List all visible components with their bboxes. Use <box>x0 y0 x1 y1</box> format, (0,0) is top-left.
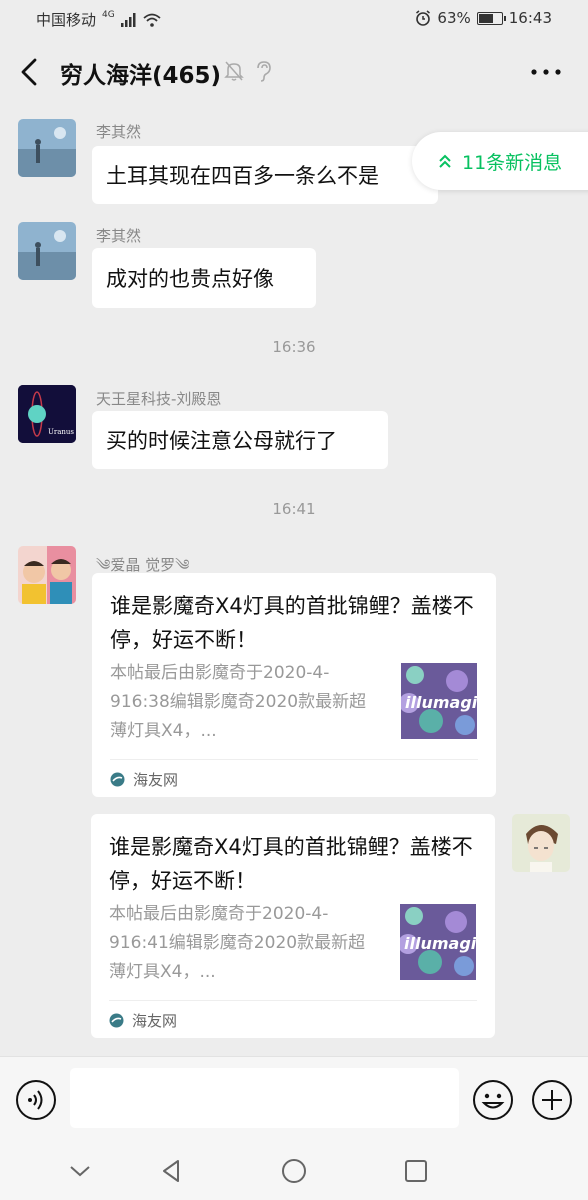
avatar[interactable] <box>512 814 570 872</box>
card-thumbnail: illumagic <box>401 663 477 739</box>
system-nav-bar <box>0 1142 588 1200</box>
card-divider <box>109 1000 477 1001</box>
chat-header: 穷人海洋(465) <box>0 36 588 108</box>
link-card[interactable]: 谁是影魔奇X4灯具的首批锦鲤？盖楼不停，好运不断！ 本帖最后由影魔奇于2020-… <box>92 573 496 797</box>
carrier-label: 中国移动 <box>36 11 97 29</box>
card-description: 本帖最后由影魔奇于2020-4-916:38编辑影魔奇2020款最新超薄灯具X4… <box>110 663 367 741</box>
thumbnail-text: illumagic <box>405 693 477 712</box>
card-source: 海友网 <box>109 1010 177 1031</box>
thumbnail-text: illumagic <box>404 934 476 953</box>
battery-icon <box>476 11 506 25</box>
emoji-icon[interactable] <box>472 1079 514 1121</box>
card-title: 谁是影魔奇X4灯具的首批锦鲤？盖楼不停，好运不断！ <box>109 835 473 893</box>
sender-name: 李其然 <box>96 227 142 245</box>
source-name: 海友网 <box>133 771 179 789</box>
chevron-down-icon[interactable] <box>65 1156 95 1186</box>
chat-title[interactable]: 穷人海洋(465) <box>60 56 221 90</box>
input-bar <box>0 1056 588 1142</box>
status-bar: 中国移动 4G 63% 16:43 <box>0 0 588 36</box>
avatar[interactable] <box>18 119 76 177</box>
message-bubble[interactable]: 成对的也贵点好像 <box>92 248 316 308</box>
globe-icon <box>110 772 125 787</box>
new-messages-label: 11条新消息 <box>462 151 563 174</box>
message-bubble[interactable]: 买的时候注意公母就行了 <box>92 411 388 469</box>
avatar[interactable]: Uranus <box>18 385 76 443</box>
voice-icon[interactable] <box>15 1079 57 1121</box>
globe-icon <box>109 1013 124 1028</box>
signal-icon <box>120 12 136 27</box>
card-divider <box>110 759 478 760</box>
battery-percent: 63% <box>437 9 471 27</box>
wifi-icon <box>143 13 161 27</box>
alarm-icon <box>416 10 431 26</box>
home-circle-icon[interactable] <box>279 1156 309 1186</box>
source-name: 海友网 <box>132 1012 178 1030</box>
timestamp: 16:36 <box>272 338 316 356</box>
sender-name: 李其然 <box>96 123 142 141</box>
card-description: 本帖最后由影魔奇于2020-4-916:41编辑影魔奇2020款最新超薄灯具X4… <box>109 904 366 982</box>
battery-fill <box>478 13 493 23</box>
card-source: 海友网 <box>110 769 178 790</box>
more-dots-icon[interactable] <box>526 60 566 84</box>
message-bubble[interactable]: 土耳其现在四百多一条么不是 <box>92 146 438 204</box>
new-messages-button[interactable]: 11条新消息 <box>412 132 588 190</box>
ear-icon <box>257 61 271 82</box>
bell-muted-icon <box>224 61 244 81</box>
message-input[interactable] <box>70 1068 459 1128</box>
card-title: 谁是影魔奇X4灯具的首批锦鲤？盖楼不停，好运不断！ <box>110 594 474 652</box>
network-label: 4G <box>102 9 115 20</box>
sender-name: 天王星科技-刘殿恩 <box>96 390 222 408</box>
recents-square-icon[interactable] <box>401 1156 431 1186</box>
double-chevron-up-icon <box>439 154 451 168</box>
avatar[interactable] <box>18 546 76 604</box>
timestamp: 16:41 <box>272 500 316 518</box>
avatar[interactable] <box>18 222 76 280</box>
clock: 16:43 <box>508 9 552 27</box>
plus-circle-icon[interactable] <box>531 1079 573 1121</box>
avatar-caption: Uranus <box>48 428 75 436</box>
back-triangle-icon[interactable] <box>156 1156 186 1186</box>
chevron-left-icon[interactable] <box>14 54 46 90</box>
card-thumbnail: illumagic <box>400 904 476 980</box>
link-card[interactable]: 谁是影魔奇X4灯具的首批锦鲤？盖楼不停，好运不断！ 本帖最后由影魔奇于2020-… <box>91 814 495 1038</box>
